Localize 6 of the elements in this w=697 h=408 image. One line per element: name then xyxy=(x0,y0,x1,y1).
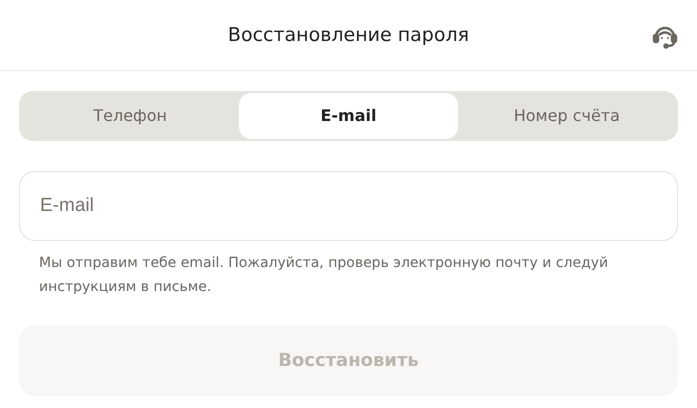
tab[interactable]: Телефон xyxy=(21,93,240,139)
hint-text: Мы отправим тебе email. Пожалуйста, проверь электронную почту и следуй инструкциям в письме. xyxy=(39,254,610,297)
tab[interactable]: Номер счёта xyxy=(458,93,676,139)
email-field[interactable]: E-mail xyxy=(19,171,678,241)
window-title: Восстановление пароля xyxy=(228,22,470,48)
tab[interactable]: E-mail xyxy=(239,93,458,139)
